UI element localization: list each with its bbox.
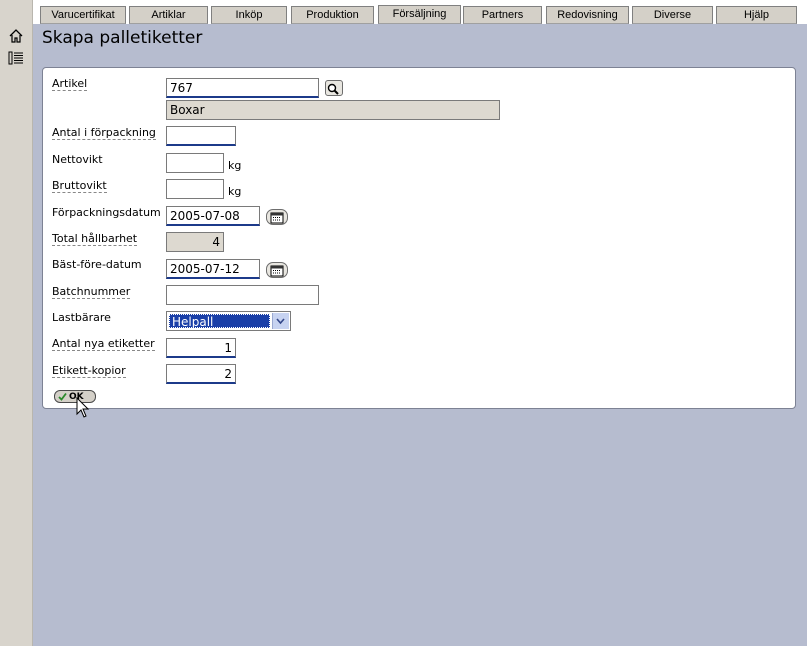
kopior-input[interactable]: 2 [166, 364, 236, 384]
batchnummer-label: Batchnummer [52, 285, 131, 299]
tab-varucertifikat[interactable]: Varucertifikat [40, 6, 126, 24]
bast-fore-label: Bäst-före-datum [52, 258, 142, 271]
tab-inkop[interactable]: Inköp [211, 6, 287, 24]
calendar-icon [270, 212, 284, 224]
nettovikt-unit: kg [228, 159, 242, 172]
calendar-icon [270, 265, 284, 277]
content-area: Skapa palletiketter Artikel 767 Boxar An… [33, 24, 807, 646]
chevron-down-icon[interactable] [272, 313, 289, 329]
search-button[interactable] [325, 80, 343, 96]
list-icon[interactable] [8, 50, 24, 66]
forpackningsdatum-input[interactable]: 2005-07-08 [166, 206, 260, 226]
search-icon [327, 83, 339, 95]
lastbarare-selected-value: Helpall [169, 314, 270, 329]
tab-produktion[interactable]: Produktion [291, 6, 374, 24]
tab-hjalp[interactable]: Hjälp [716, 6, 797, 24]
tab-forsaljning[interactable]: Försäljning [378, 5, 461, 24]
bast-fore-calendar-button[interactable] [266, 262, 288, 278]
total-hallbarhet-label: Total hållbarhet [52, 232, 138, 246]
artikel-input[interactable]: 767 [166, 78, 319, 98]
antal-forpackning-input[interactable] [166, 126, 236, 146]
mouse-cursor-icon [76, 397, 90, 418]
artikel-name-field: Boxar [166, 100, 500, 120]
check-icon [58, 392, 67, 401]
nettovikt-input[interactable] [166, 153, 224, 173]
lastbarare-label: Lastbärare [52, 311, 111, 324]
antal-forpackning-label: Antal i förpackning [52, 126, 156, 140]
bruttovikt-label: Bruttovikt [52, 179, 107, 193]
app-window: Varucertifikat Artiklar Inköp Produktion… [0, 0, 807, 646]
batchnummer-input[interactable] [166, 285, 319, 305]
bruttovikt-unit: kg [228, 185, 242, 198]
bruttovikt-input[interactable] [166, 179, 224, 199]
bast-fore-input[interactable]: 2005-07-12 [166, 259, 260, 279]
antal-etiketter-label: Antal nya etiketter [52, 337, 155, 351]
forpackningsdatum-label: Förpackningsdatum [52, 206, 161, 219]
lastbarare-select[interactable]: Helpall [166, 311, 291, 331]
tab-artiklar[interactable]: Artiklar [129, 6, 208, 24]
page-title: Skapa palletiketter [42, 28, 203, 48]
total-hallbarhet-field: 4 [166, 232, 224, 252]
antal-etiketter-input[interactable]: 1 [166, 338, 236, 358]
kopior-label: Etikett-kopior [52, 364, 126, 378]
nettovikt-label: Nettovikt [52, 153, 103, 166]
left-toolbar [0, 0, 33, 646]
tab-partners[interactable]: Partners [463, 6, 542, 24]
form-panel: Artikel 767 Boxar Antal i förpackning Ne… [42, 67, 796, 409]
forpackningsdatum-calendar-button[interactable] [266, 209, 288, 225]
home-icon[interactable] [8, 28, 24, 44]
tab-diverse[interactable]: Diverse [632, 6, 713, 24]
tab-redovisning[interactable]: Redovisning [546, 6, 629, 24]
artikel-label: Artikel [52, 77, 88, 91]
